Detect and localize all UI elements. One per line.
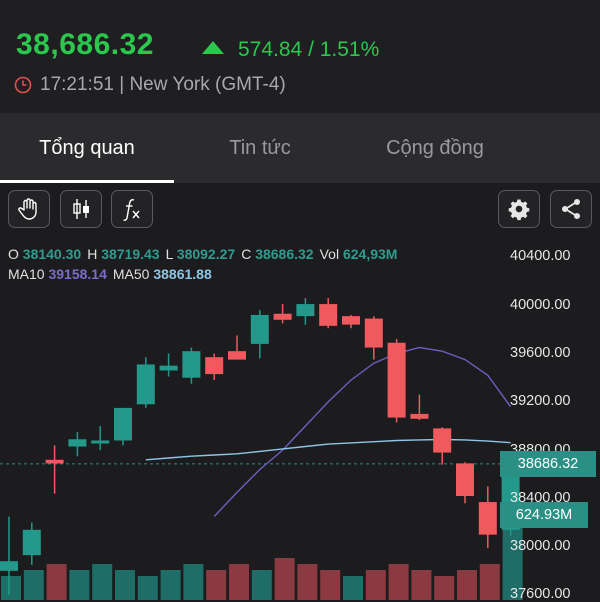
low-label: L bbox=[165, 246, 173, 262]
candle-body bbox=[296, 304, 315, 317]
ma50-line bbox=[145, 438, 511, 461]
tab-community[interactable]: Cộng đồng bbox=[365, 113, 505, 183]
volume-label: Vol bbox=[319, 246, 340, 262]
price-change-text: 574.84 / 1.51% bbox=[238, 38, 380, 61]
volume-bar bbox=[274, 558, 295, 600]
ma50-label: MA50 bbox=[112, 266, 150, 282]
ohlc-legend: O 38140.30 H 38719.43 L 38092.27 C 38686.32… bbox=[8, 246, 403, 262]
up-triangle-icon bbox=[202, 41, 224, 54]
volume-bar bbox=[411, 570, 432, 600]
candle-body bbox=[478, 502, 497, 535]
tab-bar: Tổng quan Tin tức Cộng đồng bbox=[0, 113, 600, 183]
clock-icon bbox=[14, 76, 32, 94]
candle-body bbox=[91, 440, 110, 444]
price-axis-label: 40000.00 bbox=[510, 297, 571, 313]
settings-button[interactable] bbox=[498, 190, 540, 228]
chart-type-button[interactable] bbox=[60, 190, 102, 228]
candle-body bbox=[456, 463, 474, 497]
volume-bar bbox=[251, 570, 272, 600]
candle-body bbox=[22, 529, 41, 556]
function-fx-icon bbox=[123, 199, 140, 221]
quote-header: 38,686.32 574.84 / 1.51% 17:21:51 | New … bbox=[0, 0, 600, 113]
candle-body bbox=[319, 304, 338, 326]
indicator-button[interactable] bbox=[111, 190, 153, 228]
volume-bar bbox=[1, 576, 21, 600]
ma50-value: 38861.88 bbox=[153, 266, 212, 282]
hand-pointer-icon bbox=[18, 198, 37, 220]
price-axis-label: 39600.00 bbox=[510, 345, 571, 361]
gear-icon bbox=[508, 199, 530, 221]
volume-bar bbox=[206, 570, 227, 600]
volume-bar bbox=[92, 564, 113, 600]
high-label: H bbox=[87, 246, 98, 262]
volume-bar bbox=[434, 576, 455, 600]
volume-bar bbox=[46, 564, 67, 600]
share-icon bbox=[562, 199, 580, 219]
volume-bar bbox=[69, 570, 90, 600]
volume-bar bbox=[160, 570, 181, 600]
volume-bar bbox=[183, 564, 204, 600]
candle-body bbox=[136, 364, 155, 405]
close-label: C bbox=[241, 246, 252, 262]
volume-bar bbox=[23, 570, 44, 600]
open-value: 38140.30 bbox=[22, 246, 82, 262]
candle-body bbox=[342, 316, 360, 325]
candle-body bbox=[159, 365, 178, 371]
candle-body bbox=[410, 413, 429, 419]
last-price-marker: 38686.32 bbox=[500, 451, 596, 477]
volume-bar bbox=[229, 564, 249, 600]
candle-body bbox=[228, 351, 246, 360]
ma10-label: MA10 bbox=[8, 266, 45, 282]
time-location-text: 17:21:51 | New York (GMT-4) bbox=[40, 74, 286, 95]
draw-tool-button[interactable] bbox=[8, 190, 50, 228]
tab-overview[interactable]: Tổng quan bbox=[0, 113, 174, 183]
price-axis-label: 40400.00 bbox=[510, 248, 571, 264]
price-axis-label: 39200.00 bbox=[510, 393, 571, 409]
candle-body bbox=[387, 342, 406, 418]
volume-bar bbox=[365, 570, 386, 600]
volume-bar bbox=[137, 576, 158, 600]
quote-time: 17:21:51 | New York (GMT-4) bbox=[14, 74, 286, 96]
candle-body bbox=[205, 357, 224, 375]
price-change: 574.84 / 1.51% bbox=[202, 38, 379, 62]
volume-bar bbox=[457, 570, 477, 600]
last-price: 38,686.32 bbox=[16, 28, 154, 61]
candle-body bbox=[0, 561, 18, 571]
volume-marker: 624.93M bbox=[500, 502, 588, 528]
candle-body bbox=[45, 459, 64, 464]
candle-body bbox=[273, 313, 292, 320]
candle-body bbox=[364, 318, 383, 348]
volume-bar bbox=[297, 564, 318, 600]
volume-bar bbox=[479, 564, 500, 600]
ma-legend: MA10 39158.14 MA50 38861.88 bbox=[8, 266, 212, 282]
candle-body bbox=[68, 439, 87, 447]
volume-value: 624,93M bbox=[342, 246, 398, 262]
active-tab-indicator bbox=[0, 180, 174, 183]
volume-bar bbox=[320, 570, 341, 600]
candle-body bbox=[250, 314, 269, 344]
volume-bar bbox=[115, 570, 135, 600]
low-value: 38092.27 bbox=[176, 246, 236, 262]
volume-bar bbox=[343, 576, 363, 600]
price-axis-label: 38000.00 bbox=[510, 538, 571, 554]
candle-body bbox=[182, 351, 201, 378]
ma10-value: 39158.14 bbox=[48, 266, 107, 282]
tab-news[interactable]: Tin tức bbox=[200, 113, 320, 183]
close-value: 38686.32 bbox=[255, 246, 314, 262]
candle-body bbox=[433, 428, 452, 453]
open-label: O bbox=[8, 246, 19, 262]
volume-bar bbox=[388, 564, 409, 600]
high-value: 38719.43 bbox=[101, 246, 160, 262]
share-button[interactable] bbox=[550, 190, 592, 228]
candlestick-icon bbox=[73, 199, 89, 219]
candle-body bbox=[114, 407, 132, 441]
